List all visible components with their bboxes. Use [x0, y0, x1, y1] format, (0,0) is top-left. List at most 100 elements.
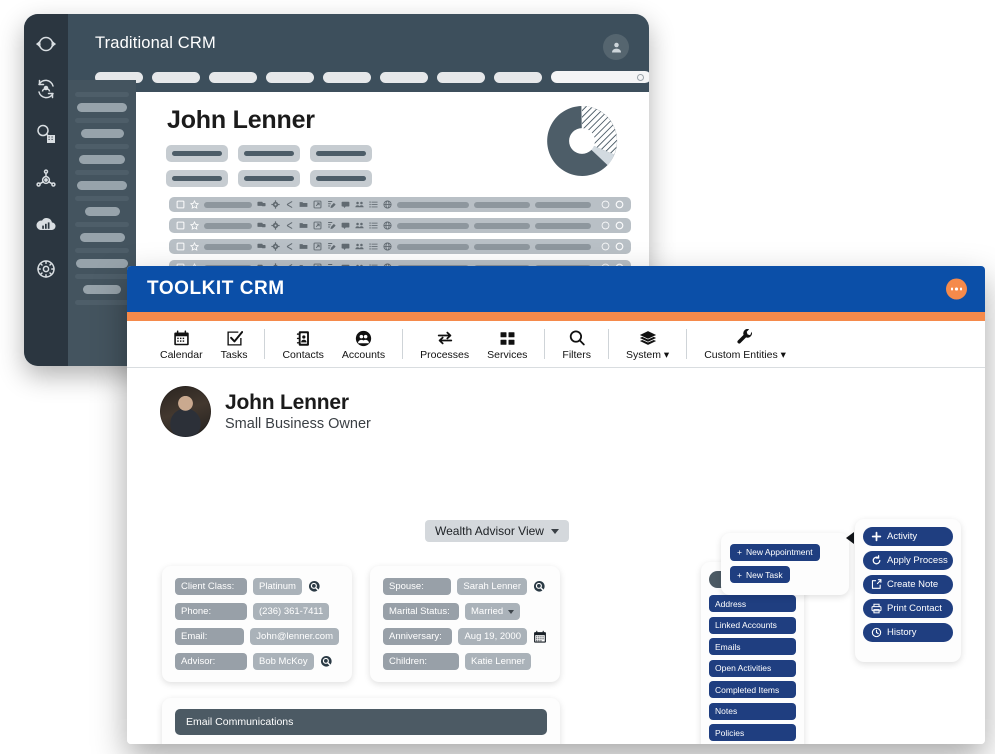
- toolbar-item-custom-entities[interactable]: Custom Entities ▾: [695, 328, 795, 361]
- chat-icon[interactable]: [257, 221, 266, 230]
- star-icon[interactable]: [190, 200, 199, 209]
- people-icon[interactable]: [355, 242, 364, 251]
- table-row[interactable]: [169, 239, 631, 254]
- apply-process-button[interactable]: Apply Process: [863, 551, 953, 570]
- table-row[interactable]: [169, 197, 631, 212]
- new-task-button[interactable]: + New Task: [730, 566, 790, 583]
- list-icon[interactable]: [369, 200, 378, 209]
- bg-tab[interactable]: [152, 71, 200, 83]
- toolbar-item-processes[interactable]: Processes: [411, 328, 478, 361]
- quick-link-emails[interactable]: Emails: [709, 638, 796, 655]
- toolbar-item-system[interactable]: System ▾: [617, 328, 678, 361]
- refresh-people-icon[interactable]: [34, 77, 58, 101]
- folder-icon[interactable]: [299, 200, 308, 209]
- edit-icon[interactable]: [327, 221, 336, 230]
- field-label: Phone:: [175, 603, 247, 620]
- people-icon[interactable]: [355, 200, 364, 209]
- edit-icon[interactable]: [327, 200, 336, 209]
- activity-button[interactable]: Activity: [863, 527, 953, 546]
- gear-icon[interactable]: [271, 221, 280, 230]
- field-row: Phone: (236) 361-7411: [175, 603, 339, 620]
- checkbox-icon[interactable]: [176, 200, 185, 209]
- folder-icon[interactable]: [299, 221, 308, 230]
- button-label: Apply Process: [887, 555, 948, 566]
- globe-icon[interactable]: [383, 242, 392, 251]
- field-value[interactable]: Platinum: [253, 578, 302, 595]
- sync-icon[interactable]: [34, 32, 58, 56]
- field-value-dropdown[interactable]: Married: [465, 603, 521, 620]
- quick-link-address[interactable]: Address: [709, 595, 796, 612]
- gear-icon[interactable]: [271, 242, 280, 251]
- star-icon[interactable]: [190, 242, 199, 251]
- bg-tab[interactable]: [323, 71, 371, 83]
- folder-icon[interactable]: [299, 242, 308, 251]
- bg-tab[interactable]: [494, 71, 542, 83]
- comment-icon[interactable]: [341, 200, 350, 209]
- bg-tab[interactable]: [437, 71, 485, 83]
- toolbar-item-filters[interactable]: Filters: [553, 328, 600, 361]
- new-appointment-button[interactable]: + New Appointment: [730, 543, 820, 561]
- chat-icon[interactable]: [257, 200, 266, 209]
- donut-chart: [547, 106, 618, 176]
- table-row[interactable]: [169, 218, 631, 233]
- quick-link-completed-items[interactable]: Completed Items: [709, 681, 796, 698]
- globe-icon[interactable]: [383, 200, 392, 209]
- people-icon[interactable]: [355, 221, 364, 230]
- comment-icon[interactable]: [341, 221, 350, 230]
- search-lookup-icon[interactable]: [320, 655, 334, 669]
- search-building-icon[interactable]: [34, 122, 58, 146]
- list-icon[interactable]: [369, 221, 378, 230]
- comment-icon[interactable]: [341, 242, 350, 251]
- cloud-chart-icon[interactable]: [34, 212, 58, 236]
- checkbox-icon[interactable]: [176, 242, 185, 251]
- gear-icon[interactable]: [271, 200, 280, 209]
- field-value[interactable]: Katie Lenner: [465, 653, 531, 670]
- external-link-icon[interactable]: [313, 200, 322, 209]
- toolbar-item-calendar[interactable]: Calendar: [151, 328, 212, 361]
- search-lookup-icon[interactable]: [308, 580, 322, 594]
- toolbar-item-accounts[interactable]: Accounts: [333, 328, 394, 361]
- edit-icon[interactable]: [327, 242, 336, 251]
- share-icon[interactable]: [285, 221, 294, 230]
- create-note-button[interactable]: Create Note: [863, 575, 953, 594]
- bg-tab[interactable]: [209, 71, 257, 83]
- view-selector-dropdown[interactable]: Wealth Advisor View: [425, 520, 569, 542]
- settings-gear-icon[interactable]: [34, 257, 58, 281]
- external-link-icon[interactable]: [313, 242, 322, 251]
- quick-link-notes[interactable]: Notes: [709, 702, 796, 720]
- history-button[interactable]: History: [863, 623, 953, 642]
- chat-icon[interactable]: [257, 242, 266, 251]
- bg-tab[interactable]: [266, 71, 314, 83]
- checkbox-icon[interactable]: [176, 221, 185, 230]
- bg-chip: [166, 145, 228, 162]
- status-badge-icon: [601, 200, 610, 209]
- app-header: TOOLKIT CRM: [127, 266, 985, 312]
- external-link-icon[interactable]: [313, 221, 322, 230]
- share-icon[interactable]: [285, 200, 294, 209]
- toolbar-divider: [402, 329, 404, 359]
- quick-link-open-activities[interactable]: Open Activities: [709, 659, 796, 677]
- quick-link-linked-accounts[interactable]: Linked Accounts: [709, 616, 796, 634]
- field-value[interactable]: (236) 361-7411: [253, 603, 330, 620]
- field-value[interactable]: Aug 19, 2000: [458, 628, 527, 645]
- bg-search-input[interactable]: [551, 71, 649, 83]
- field-value[interactable]: John@lenner.com: [250, 628, 339, 645]
- toolbar-item-services[interactable]: Services: [478, 328, 536, 361]
- user-avatar-icon[interactable]: [603, 34, 629, 60]
- bg-tab[interactable]: [380, 71, 428, 83]
- toolbar-item-tasks[interactable]: Tasks: [212, 328, 257, 361]
- globe-icon[interactable]: [383, 221, 392, 230]
- star-icon[interactable]: [190, 221, 199, 230]
- print-contact-button[interactable]: Print Contact: [863, 599, 953, 618]
- quick-link-policies[interactable]: Policies: [709, 724, 796, 741]
- field-value[interactable]: Sarah Lenner: [457, 578, 527, 595]
- share-icon[interactable]: [285, 242, 294, 251]
- collapse-left-arrow[interactable]: [846, 532, 854, 544]
- search-lookup-icon[interactable]: [533, 580, 547, 594]
- list-icon[interactable]: [369, 242, 378, 251]
- more-options-button[interactable]: [946, 278, 967, 300]
- toolbar-item-contacts[interactable]: Contacts: [273, 328, 332, 361]
- field-value[interactable]: Bob McKoy: [253, 653, 314, 670]
- calendar-picker-icon[interactable]: [533, 630, 547, 644]
- network-node-icon[interactable]: [34, 167, 58, 191]
